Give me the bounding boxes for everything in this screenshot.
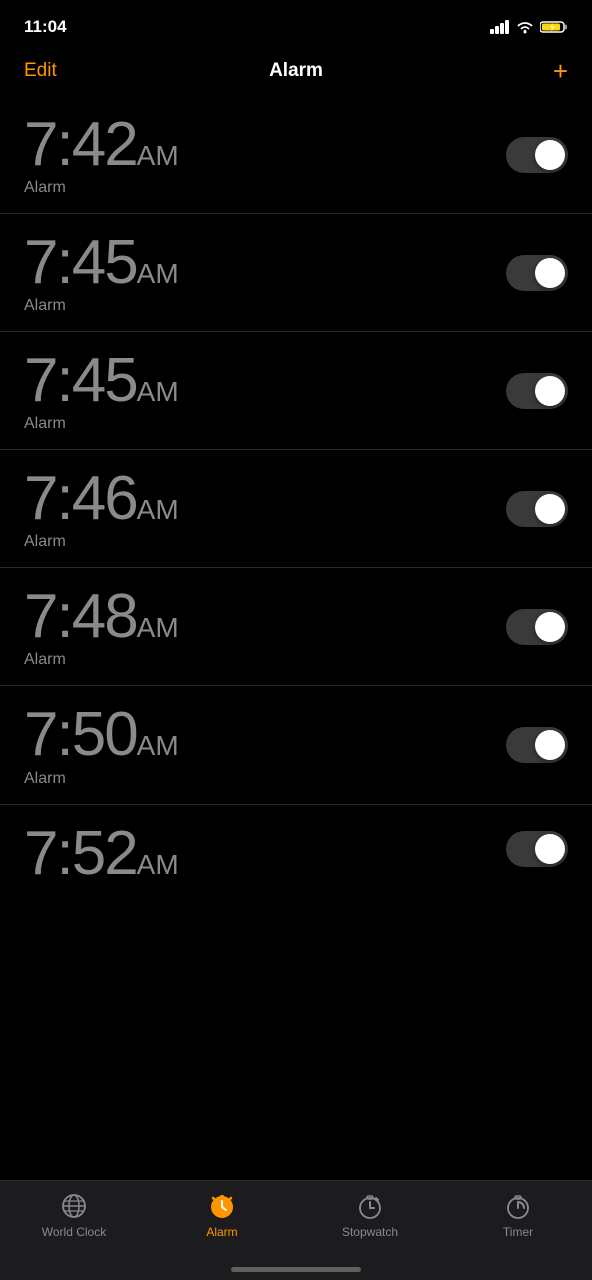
alarm-time: 7:42AM bbox=[24, 112, 179, 177]
alarm-time: 7:45AM bbox=[24, 348, 179, 413]
alarm-info: 7:50AM Alarm bbox=[24, 702, 179, 787]
stopwatch-icon bbox=[355, 1191, 385, 1221]
page-title: Alarm bbox=[269, 60, 323, 82]
alarm-ampm: AM bbox=[137, 140, 179, 171]
header: Edit Alarm + bbox=[0, 50, 592, 96]
alarm-ampm: AM bbox=[137, 258, 179, 289]
status-icons bbox=[490, 20, 568, 34]
alarm-item[interactable]: 7:42AM Alarm bbox=[0, 96, 592, 214]
alarm-label: Alarm bbox=[24, 415, 179, 433]
battery-icon bbox=[540, 20, 568, 34]
alarm-list: 7:42AM Alarm 7:45AM Alarm 7:45AM Alarm 7… bbox=[0, 96, 592, 905]
alarm-time: 7:50AM bbox=[24, 702, 179, 767]
alarm-info: 7:48AM Alarm bbox=[24, 584, 179, 669]
tab-bar: World Clock Alarm Stop bbox=[0, 1180, 592, 1280]
edit-button[interactable]: Edit bbox=[24, 60, 57, 82]
alarm-item[interactable]: 7:45AM Alarm bbox=[0, 214, 592, 332]
home-indicator bbox=[231, 1267, 361, 1272]
alarm-toggle[interactable] bbox=[506, 255, 568, 291]
toggle-knob bbox=[535, 376, 565, 406]
alarm-info: 7:45AM Alarm bbox=[24, 230, 179, 315]
alarm-ampm: AM bbox=[137, 376, 179, 407]
toggle-knob bbox=[535, 140, 565, 170]
world-clock-icon bbox=[59, 1191, 89, 1221]
alarm-time: 7:45AM bbox=[24, 230, 179, 295]
alarm-info: 7:42AM Alarm bbox=[24, 112, 179, 197]
tab-stopwatch-label: Stopwatch bbox=[342, 1225, 398, 1239]
alarm-info: 7:46AM Alarm bbox=[24, 466, 179, 551]
tab-world-clock-label: World Clock bbox=[42, 1225, 106, 1239]
tab-timer[interactable]: Timer bbox=[444, 1191, 592, 1239]
tab-alarm[interactable]: Alarm bbox=[148, 1191, 296, 1239]
tab-world-clock[interactable]: World Clock bbox=[0, 1191, 148, 1239]
alarm-item[interactable]: 7:45AM Alarm bbox=[0, 332, 592, 450]
alarm-label: Alarm bbox=[24, 770, 179, 788]
toggle-knob bbox=[535, 612, 565, 642]
alarm-item[interactable]: 7:48AM Alarm bbox=[0, 568, 592, 686]
toggle-knob bbox=[535, 494, 565, 524]
tab-alarm-label: Alarm bbox=[206, 1225, 237, 1239]
add-alarm-button[interactable]: + bbox=[553, 58, 568, 84]
alarm-ampm: AM bbox=[137, 730, 179, 761]
alarm-toggle[interactable] bbox=[506, 727, 568, 763]
alarm-toggle[interactable] bbox=[506, 137, 568, 173]
alarm-label: Alarm bbox=[24, 533, 179, 551]
timer-icon bbox=[503, 1191, 533, 1221]
toggle-knob bbox=[535, 258, 565, 288]
alarm-toggle[interactable] bbox=[506, 373, 568, 409]
alarm-toggle[interactable] bbox=[506, 491, 568, 527]
tab-timer-label: Timer bbox=[503, 1225, 533, 1239]
alarm-label: Alarm bbox=[24, 297, 179, 315]
alarm-toggle-partial[interactable] bbox=[506, 831, 568, 867]
signal-icon bbox=[490, 20, 510, 34]
toggle-knob bbox=[535, 730, 565, 760]
alarm-time: 7:48AM bbox=[24, 584, 179, 649]
status-time: 11:04 bbox=[24, 17, 67, 37]
alarm-ampm-partial: AM bbox=[137, 849, 179, 880]
alarm-time: 7:46AM bbox=[24, 466, 179, 531]
alarm-time-partial: 7:52AM bbox=[24, 821, 179, 886]
alarm-item-partial[interactable]: 7:52AM bbox=[0, 805, 592, 905]
tab-stopwatch[interactable]: Stopwatch bbox=[296, 1191, 444, 1239]
alarm-toggle[interactable] bbox=[506, 609, 568, 645]
alarm-label: Alarm bbox=[24, 179, 179, 197]
alarm-item[interactable]: 7:50AM Alarm bbox=[0, 686, 592, 804]
alarm-icon bbox=[207, 1191, 237, 1221]
alarm-label: Alarm bbox=[24, 651, 179, 669]
alarm-item[interactable]: 7:46AM Alarm bbox=[0, 450, 592, 568]
status-bar: 11:04 bbox=[0, 0, 592, 50]
alarm-info: 7:45AM Alarm bbox=[24, 348, 179, 433]
toggle-knob-partial bbox=[535, 834, 565, 864]
wifi-icon bbox=[516, 20, 534, 34]
alarm-ampm: AM bbox=[137, 612, 179, 643]
alarm-ampm: AM bbox=[137, 494, 179, 525]
